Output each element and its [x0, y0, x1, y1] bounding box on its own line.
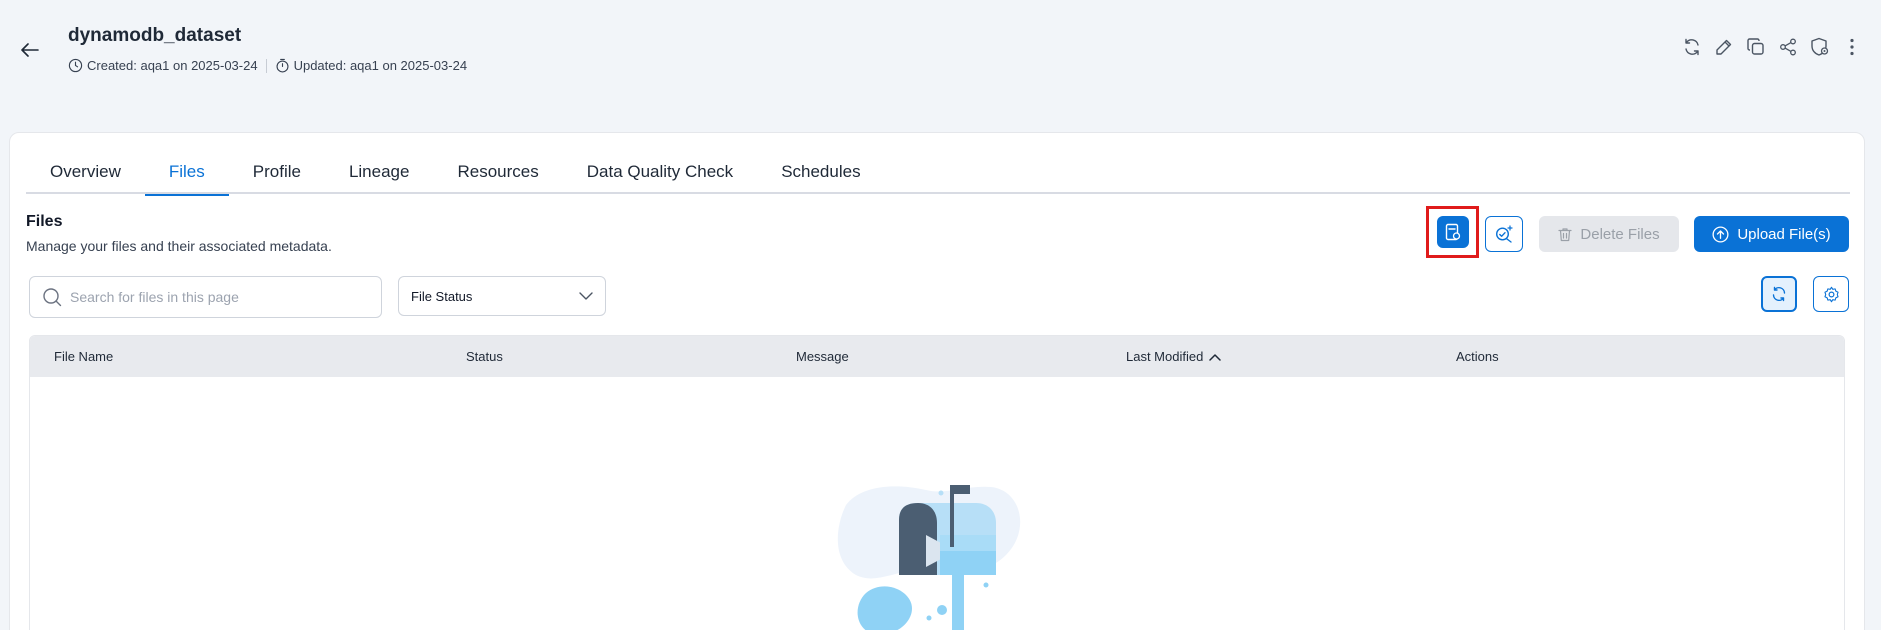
meta-divider	[265, 58, 267, 73]
trash-icon	[1558, 227, 1572, 241]
search-box	[29, 276, 382, 318]
tab-schedules[interactable]: Schedules	[757, 157, 884, 194]
section-subtitle: Manage your files and their associated m…	[26, 238, 332, 254]
tab-files[interactable]: Files	[144, 157, 229, 196]
column-message[interactable]: Message	[796, 349, 849, 364]
mailbox-icon	[837, 485, 1021, 630]
page-title: dynamodb_dataset	[68, 25, 242, 46]
empty-state-illustration	[826, 475, 1036, 630]
tab-overview[interactable]: Overview	[26, 157, 145, 194]
upload-icon	[1712, 225, 1729, 243]
file-status-label: File Status	[411, 288, 473, 304]
page-meta: Created: aqa1 on 2025-03-24 Updated: aqa…	[68, 58, 467, 73]
table-header: File Name Status Message Last Modified A…	[30, 336, 1844, 377]
updated-info: Updated: aqa1 on 2025-03-24	[275, 58, 467, 73]
search-input[interactable]	[70, 289, 360, 305]
header-actions	[1681, 36, 1863, 58]
file-metadata-button[interactable]	[1437, 216, 1469, 248]
copy-icon[interactable]	[1745, 36, 1767, 58]
chevron-down-icon	[579, 292, 593, 300]
upload-files-button[interactable]: Upload File(s)	[1694, 216, 1849, 252]
search-sparkle-icon	[1495, 225, 1513, 243]
sync-icon[interactable]	[1681, 36, 1703, 58]
updated-text: Updated: aqa1 on 2025-03-24	[293, 58, 468, 73]
delete-files-button[interactable]: Delete Files	[1539, 216, 1679, 252]
tab-bar: Overview Files Profile Lineage Resources…	[26, 157, 1850, 196]
tab-data-quality-check[interactable]: Data Quality Check	[563, 157, 757, 194]
column-last-modified[interactable]: Last Modified	[1126, 349, 1222, 364]
section-title: Files	[26, 213, 63, 230]
stopwatch-icon	[276, 58, 289, 73]
file-status-select[interactable]: File Status	[398, 276, 606, 316]
share-icon[interactable]	[1777, 36, 1799, 58]
shield-gear-icon[interactable]	[1809, 36, 1831, 58]
page-header: dynamodb_dataset Created: aqa1 on 2025-0…	[0, 0, 1881, 130]
gear-icon	[1823, 286, 1839, 302]
tab-resources[interactable]: Resources	[433, 157, 562, 194]
column-status[interactable]: Status	[466, 349, 503, 364]
more-vertical-icon[interactable]	[1841, 36, 1863, 58]
created-text: Created: aqa1 on 2025-03-24	[87, 58, 258, 73]
search-icon	[43, 288, 62, 307]
tab-lineage[interactable]: Lineage	[325, 157, 434, 194]
column-actions: Actions	[1456, 349, 1499, 364]
file-database-icon	[1445, 223, 1461, 241]
upload-files-label: Upload File(s)	[1737, 225, 1831, 243]
tab-profile[interactable]: Profile	[229, 157, 325, 194]
back-arrow-icon[interactable]	[18, 38, 42, 62]
column-last-modified-label: Last Modified	[1126, 349, 1204, 364]
refresh-icon	[1772, 286, 1786, 302]
created-info: Created: aqa1 on 2025-03-24	[68, 58, 258, 73]
sort-ascending-icon	[1209, 353, 1222, 361]
edit-icon[interactable]	[1713, 36, 1735, 58]
column-file-name[interactable]: File Name	[54, 349, 113, 364]
clock-icon	[68, 58, 83, 73]
table-settings-button[interactable]	[1813, 276, 1849, 312]
refresh-button[interactable]	[1761, 276, 1797, 312]
delete-files-label: Delete Files	[1580, 225, 1660, 243]
scan-files-button[interactable]	[1485, 216, 1523, 252]
